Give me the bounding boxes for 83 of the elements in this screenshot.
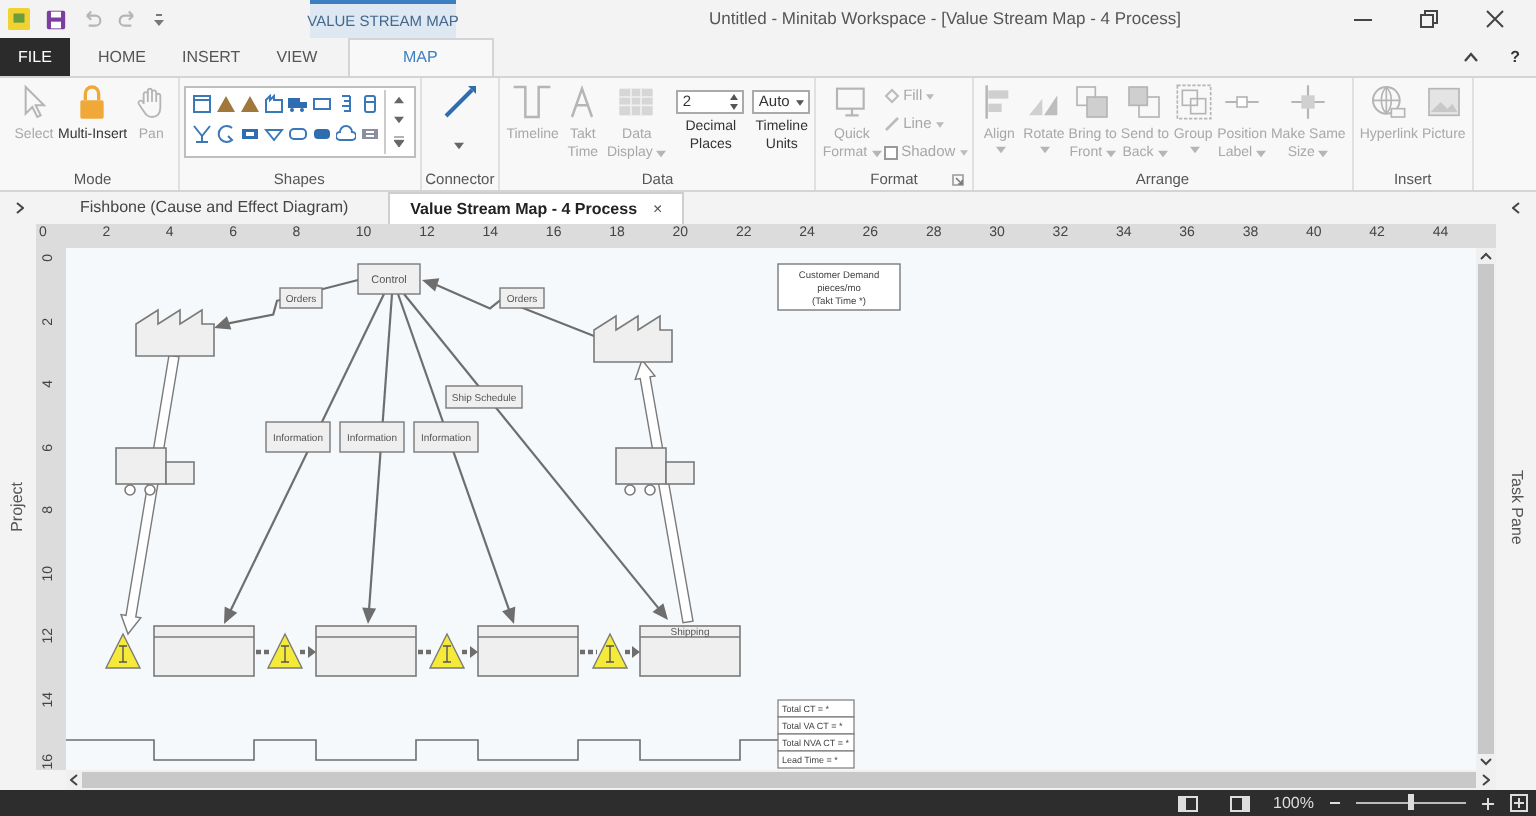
- scroll-left-icon[interactable]: [70, 774, 78, 786]
- rectangle-icon[interactable]: [311, 94, 332, 114]
- cloud-icon[interactable]: [335, 124, 356, 144]
- zoom-level: 100%: [1273, 791, 1314, 815]
- close-icon[interactable]: [1486, 10, 1504, 28]
- funnel-icon[interactable]: [263, 124, 284, 144]
- factory-icon[interactable]: [263, 94, 284, 114]
- push-arrow: [300, 646, 316, 658]
- push-line: [256, 649, 272, 655]
- arc-icon[interactable]: [215, 124, 236, 144]
- inventory-triangle-icon: [591, 632, 629, 669]
- group-icon: [1173, 82, 1214, 122]
- vertical-scrollbar[interactable]: [1476, 248, 1496, 770]
- triangle-icon[interactable]: [239, 94, 260, 114]
- push-line: [580, 649, 597, 655]
- collapse-panel-icon[interactable]: [1512, 202, 1520, 214]
- inventory-triangle-icon: [104, 632, 142, 669]
- kanban-icon[interactable]: [359, 124, 380, 144]
- customize-icon[interactable]: [154, 11, 164, 27]
- zoom-in-icon[interactable]: [1482, 797, 1494, 809]
- globe-icon: [1368, 82, 1409, 122]
- ribbon-tab[interactable]: VIEW: [258, 38, 336, 76]
- inventory-triangle-icon: [428, 632, 466, 669]
- send-to-back-icon: [1124, 82, 1165, 122]
- truck-icon: [615, 447, 695, 496]
- square-icon[interactable]: [191, 94, 212, 114]
- ribbon-tab[interactable]: INSERT: [164, 38, 259, 76]
- save-icon[interactable]: [46, 9, 66, 29]
- zoom-out-icon[interactable]: [1330, 798, 1340, 808]
- document-tab[interactable]: Value Stream Map - 4 Process ×: [388, 192, 685, 224]
- push-arrow: [625, 646, 640, 658]
- fork-icon[interactable]: [191, 124, 212, 144]
- zoom-slider-thumb[interactable]: [1408, 794, 1414, 810]
- scroll-right-icon[interactable]: [1482, 774, 1490, 786]
- factory-icon: [135, 308, 215, 357]
- spin-arrows-icon: [730, 94, 739, 110]
- rounded-rect-icon[interactable]: [311, 124, 332, 144]
- inventory-triangle-icon: [266, 632, 304, 669]
- process-box: [315, 625, 417, 677]
- connector-line-icon: [439, 82, 480, 122]
- push-line: [418, 649, 434, 655]
- task-pane-tab[interactable]: Task Pane: [1504, 469, 1528, 545]
- expand-gallery-icon[interactable]: [393, 136, 404, 148]
- project-panel-tab[interactable]: Project: [6, 482, 30, 532]
- triangle-icon[interactable]: [215, 94, 236, 114]
- process-box: [153, 625, 255, 677]
- app-icon: [8, 8, 30, 30]
- fill-bucket-icon: [883, 88, 900, 104]
- resize-arrows-icon: [1288, 82, 1329, 122]
- fit-to-window-icon[interactable]: [1510, 794, 1528, 812]
- ribbon-tab[interactable]: FILE: [0, 38, 70, 76]
- caret-icon: [454, 142, 465, 150]
- rounded-rect-icon[interactable]: [287, 124, 308, 144]
- bring-to-front-icon: [1072, 82, 1113, 122]
- truck-icon: [115, 447, 195, 496]
- box-icon[interactable]: [239, 124, 260, 144]
- push-arrow: [462, 646, 478, 658]
- ribbon-tab[interactable]: MAP: [347, 38, 494, 76]
- caret-icon: [796, 99, 805, 105]
- restore-icon[interactable]: [1420, 10, 1438, 28]
- scroll-up-icon[interactable]: [1480, 252, 1492, 260]
- pen-icon: [883, 116, 900, 132]
- close-tab-button[interactable]: ×: [653, 197, 663, 221]
- expand-panel-icon[interactable]: [16, 202, 24, 214]
- cylinder-icon[interactable]: [359, 94, 380, 114]
- dialog-launcher-icon[interactable]: [951, 174, 964, 186]
- single-pane-icon[interactable]: [1177, 795, 1198, 811]
- help-button[interactable]: ?: [1510, 45, 1520, 69]
- scroll-up-icon[interactable]: [393, 96, 404, 104]
- scroll-down-icon[interactable]: [1480, 758, 1492, 766]
- collapse-ribbon-icon[interactable]: [1464, 52, 1479, 62]
- scroll-down-icon[interactable]: [393, 116, 404, 124]
- factory-icon: [593, 314, 673, 363]
- horizontal-scrollbar-thumb[interactable]: [82, 772, 1476, 788]
- split-pane-icon[interactable]: [1229, 795, 1250, 811]
- document-tab[interactable]: Fishbone (Cause and Effect Diagram): [60, 192, 369, 224]
- timeline-icon: [512, 82, 553, 122]
- ribbon-tab[interactable]: HOME: [80, 38, 164, 76]
- window-title: Untitled - Minitab Workspace - [Value Stream Map - 4 Process]: [707, 6, 1183, 32]
- picture-icon: [1423, 82, 1464, 122]
- process-box: [477, 625, 579, 677]
- truck-icon[interactable]: [287, 94, 308, 114]
- vertical-scrollbar-thumb[interactable]: [1478, 264, 1494, 754]
